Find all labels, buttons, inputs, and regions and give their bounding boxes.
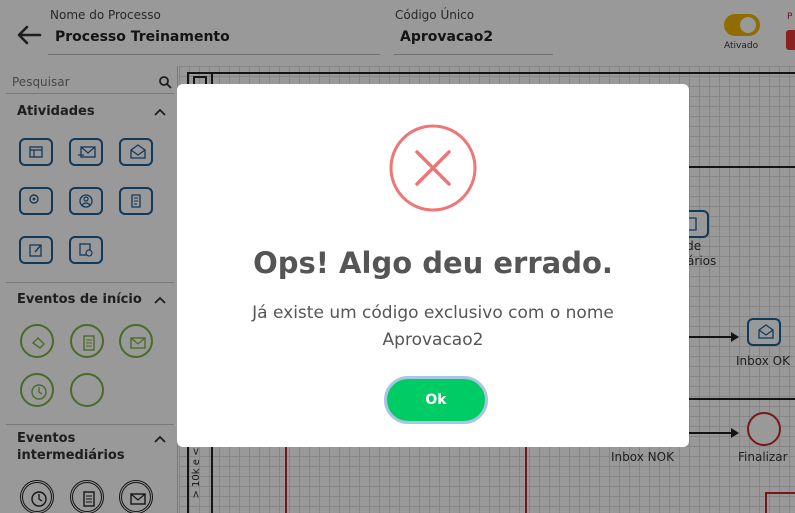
dialog-message-line1: Já existe um código exclusivo com o nome xyxy=(252,303,614,323)
dialog-message: Já existe um código exclusivo com o nome… xyxy=(233,300,633,354)
error-x-icon xyxy=(389,124,477,212)
ok-button[interactable]: Ok xyxy=(384,376,488,424)
error-dialog: Ops! Algo deu errado. Já existe um códig… xyxy=(177,84,689,447)
dialog-title: Ops! Algo deu errado. xyxy=(253,246,613,280)
dialog-message-line2: Aprovacao2 xyxy=(382,330,484,350)
